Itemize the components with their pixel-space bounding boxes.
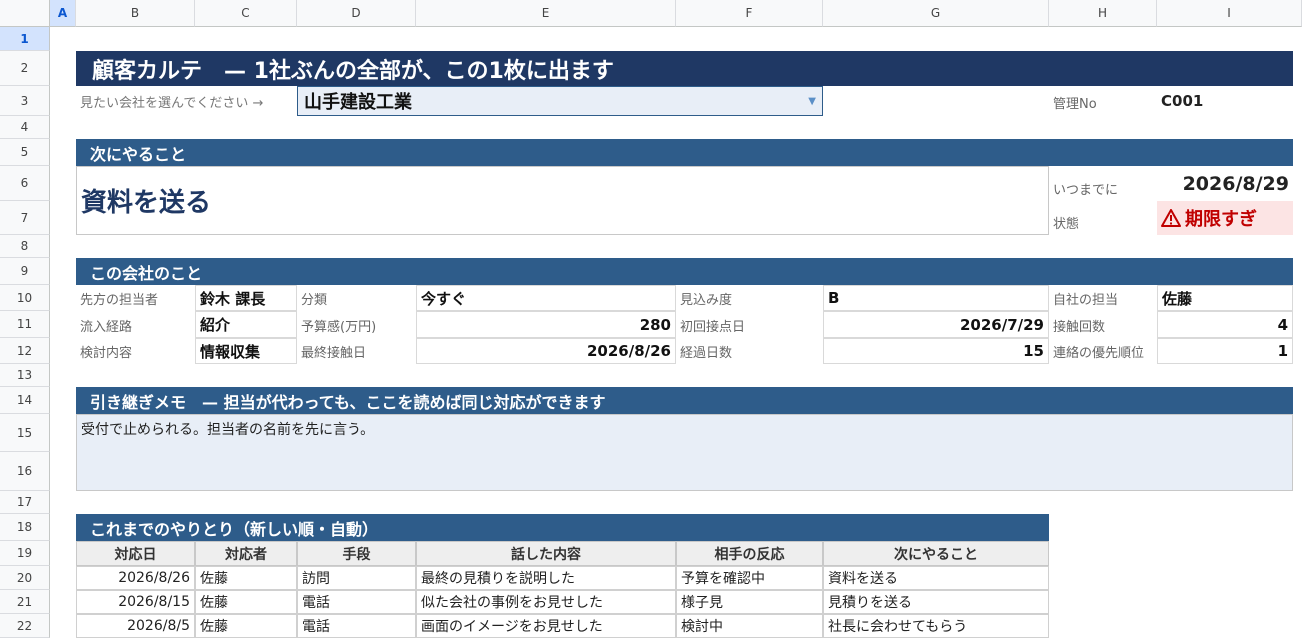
history-cell[interactable]: 似た会社の事例をお見せした xyxy=(416,590,676,614)
history-cell[interactable]: 様子見 xyxy=(676,590,823,614)
priority-value[interactable]: 1 xyxy=(1157,338,1293,364)
history-cell[interactable]: 最終の見積りを説明した xyxy=(416,566,676,590)
last-contact-value[interactable]: 2026/8/26 xyxy=(416,338,676,364)
history-cell[interactable]: 検討中 xyxy=(676,614,823,638)
history-col-reaction: 相手の反応 xyxy=(676,541,823,566)
row-header-10[interactable]: 10 xyxy=(0,285,50,311)
row-header-16[interactable]: 16 xyxy=(0,452,50,491)
budget-label: 予算感(万円) xyxy=(301,320,377,335)
row-header-15[interactable]: 15 xyxy=(0,414,50,452)
history-cell[interactable]: 佐藤 xyxy=(195,566,297,590)
contact-count-label: 接触回数 xyxy=(1053,320,1106,335)
history-header: これまでのやりとり（新しい順・自動） xyxy=(76,514,1049,541)
warning-icon xyxy=(1161,209,1181,227)
history-cell[interactable]: 訪問 xyxy=(297,566,416,590)
select-all-corner[interactable] xyxy=(0,0,50,27)
row-header-13[interactable]: 13 xyxy=(0,364,50,387)
first-contact-value[interactable]: 2026/7/29 xyxy=(823,311,1049,338)
elapsed-days-value[interactable]: 15 xyxy=(823,338,1049,364)
row-header-17[interactable]: 17 xyxy=(0,491,50,514)
elapsed-days-label: 経過日数 xyxy=(680,346,733,361)
history-col-person: 対応者 xyxy=(195,541,297,566)
row-header-12[interactable]: 12 xyxy=(0,338,50,364)
row-header-5[interactable]: 5 xyxy=(0,139,50,166)
history-cell[interactable]: 2026/8/26 xyxy=(76,566,195,590)
history-cell[interactable]: 見積りを送る xyxy=(823,590,1049,614)
company-select-label: 見たい会社を選んでください → xyxy=(80,95,264,111)
history-cell[interactable]: 予算を確認中 xyxy=(676,566,823,590)
history-cell[interactable]: 2026/8/5 xyxy=(76,614,195,638)
column-header-h[interactable]: H xyxy=(1049,0,1157,27)
history-cell[interactable]: 電話 xyxy=(297,590,416,614)
row-header-21[interactable]: 21 xyxy=(0,590,50,614)
row-header-7[interactable]: 7 xyxy=(0,201,50,235)
column-header-b[interactable]: B xyxy=(76,0,195,27)
history-cell[interactable]: 画面のイメージをお見せした xyxy=(416,614,676,638)
row-header-3[interactable]: 3 xyxy=(0,86,50,116)
row-header-2[interactable]: 2 xyxy=(0,51,50,86)
history-col-method: 手段 xyxy=(297,541,416,566)
channel-label: 流入経路 xyxy=(80,320,133,335)
row-header-9[interactable]: 9 xyxy=(0,258,50,285)
class-label: 分類 xyxy=(301,293,328,308)
class-value[interactable]: 今すぐ xyxy=(416,285,676,311)
mgmt-no-label: 管理No xyxy=(1053,97,1097,112)
row-header-8[interactable]: 8 xyxy=(0,235,50,258)
column-header-c[interactable]: C xyxy=(195,0,297,27)
history-cell[interactable]: 2026/8/15 xyxy=(76,590,195,614)
row-header-19[interactable]: 19 xyxy=(0,541,50,566)
chevron-down-icon[interactable]: ▼ xyxy=(808,96,816,107)
topic-value[interactable]: 情報収集 xyxy=(195,338,297,364)
owner-label: 自社の担当 xyxy=(1053,293,1119,308)
priority-label: 連絡の優先順位 xyxy=(1053,346,1145,361)
mgmt-no-value: C001 xyxy=(1161,92,1204,110)
row-header-18[interactable]: 18 xyxy=(0,514,50,541)
history-cell[interactable]: 資料を送る xyxy=(823,566,1049,590)
row-header-1[interactable]: 1 xyxy=(0,27,50,51)
contact-label: 先方の担当者 xyxy=(80,293,159,308)
memo-header: 引き継ぎメモ — 担当が代わっても、ここを読めば同じ対応ができます xyxy=(76,387,1293,414)
row-header-11[interactable]: 11 xyxy=(0,311,50,338)
status-label: 状態 xyxy=(1053,217,1080,232)
page-title: 顧客カルテ — 1社ぶんの全部が、この1枚に出ます xyxy=(76,51,1293,86)
row-header-6[interactable]: 6 xyxy=(0,166,50,201)
company-info-header: この会社のこと xyxy=(76,258,1293,285)
history-cell[interactable]: 佐藤 xyxy=(195,590,297,614)
owner-value[interactable]: 佐藤 xyxy=(1157,285,1293,311)
last-contact-label: 最終接触日 xyxy=(301,346,367,361)
history-cell[interactable]: 佐藤 xyxy=(195,614,297,638)
next-action-text[interactable]: 資料を送る xyxy=(76,166,1049,235)
next-action-header: 次にやること xyxy=(76,139,1293,166)
column-header-a[interactable]: A xyxy=(50,0,76,27)
prospect-label: 見込み度 xyxy=(680,293,733,308)
due-date-value[interactable]: 2026/8/29 xyxy=(1157,166,1293,201)
row-header-22[interactable]: 22 xyxy=(0,614,50,638)
history-col-date: 対応日 xyxy=(76,541,195,566)
history-col-next: 次にやること xyxy=(823,541,1049,566)
row-header-4[interactable]: 4 xyxy=(0,116,50,139)
row-header-20[interactable]: 20 xyxy=(0,566,50,590)
column-header-d[interactable]: D xyxy=(297,0,416,27)
column-header-f[interactable]: F xyxy=(676,0,823,27)
first-contact-label: 初回接点日 xyxy=(680,320,746,335)
column-header-i[interactable]: I xyxy=(1157,0,1302,27)
status-badge: 期限すぎ xyxy=(1157,201,1293,235)
budget-value[interactable]: 280 xyxy=(416,311,676,338)
channel-value[interactable]: 紹介 xyxy=(195,311,297,338)
status-text: 期限すぎ xyxy=(1185,209,1257,230)
contact-value[interactable]: 鈴木 課長 xyxy=(195,285,297,311)
history-cell[interactable]: 電話 xyxy=(297,614,416,638)
column-header-e[interactable]: E xyxy=(416,0,676,27)
company-dropdown-value: 山手建設工業 xyxy=(304,92,412,113)
due-label: いつまでに xyxy=(1053,183,1119,198)
history-cell[interactable]: 社長に会わせてもらう xyxy=(823,614,1049,638)
company-dropdown[interactable]: 山手建設工業 ▼ xyxy=(297,86,823,116)
prospect-value[interactable]: B xyxy=(823,285,1049,311)
contact-count-value[interactable]: 4 xyxy=(1157,311,1293,338)
column-header-g[interactable]: G xyxy=(823,0,1049,27)
topic-label: 検討内容 xyxy=(80,346,133,361)
row-header-14[interactable]: 14 xyxy=(0,387,50,414)
memo-text[interactable]: 受付で止められる。担当者の名前を先に言う。 xyxy=(76,414,1293,491)
history-col-content: 話した内容 xyxy=(416,541,676,566)
